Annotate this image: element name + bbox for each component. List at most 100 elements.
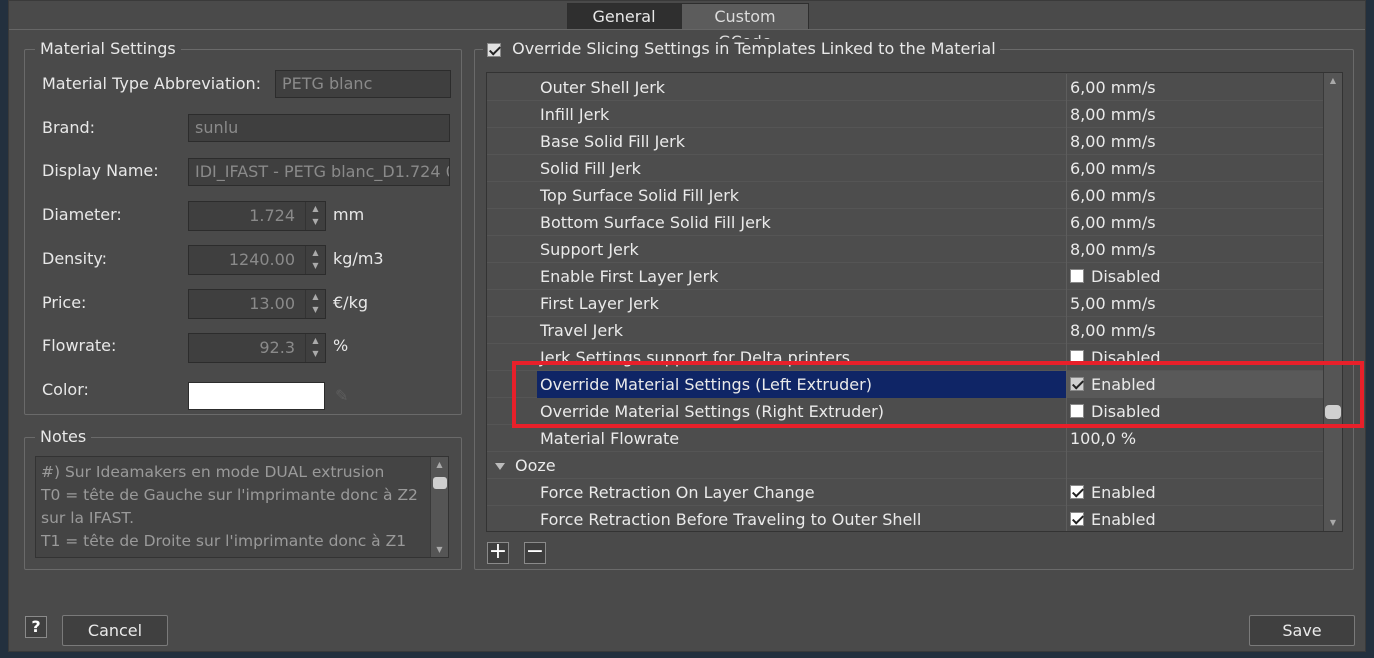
scroll-down-icon[interactable]: ▼	[431, 542, 448, 557]
save-button[interactable]: Save	[1249, 615, 1355, 646]
table-row[interactable]: Top Surface Solid Fill Jerk 6,00 mm/s	[487, 182, 1323, 209]
column-separator	[1066, 101, 1067, 128]
table-row[interactable]: Bottom Surface Solid Fill Jerk 6,00 mm/s	[487, 209, 1323, 236]
scroll-up-icon[interactable]: ▲	[431, 457, 448, 472]
flowrate-value: 92.3	[259, 338, 295, 357]
setting-value[interactable]: 8,00 mm/s	[1070, 101, 1156, 128]
table-row[interactable]: Force Retraction Before Traveling to Out…	[487, 506, 1323, 531]
table-row[interactable]: Enable First Layer Jerk Disabled	[487, 263, 1323, 290]
setting-value[interactable]: 6,00 mm/s	[1070, 182, 1156, 209]
column-separator	[1066, 317, 1067, 344]
diameter-value: 1.724	[249, 206, 295, 225]
setting-value[interactable]: Enabled	[1070, 479, 1156, 506]
spin-arrows-icon[interactable]: ▲ ▼	[305, 246, 325, 274]
column-separator	[1066, 290, 1067, 317]
cancel-button[interactable]: Cancel	[62, 615, 168, 646]
settings-table: ▲ ▼ Outer Shell Jerk 6,00 mm/s Infill Jerk…	[486, 72, 1343, 532]
setting-value-text: 6,00 mm/s	[1070, 78, 1156, 97]
table-row[interactable]: First Layer Jerk 5,00 mm/s	[487, 290, 1323, 317]
column-separator	[1066, 182, 1067, 209]
checkbox-icon[interactable]	[1070, 269, 1084, 283]
remove-button[interactable]: −	[524, 541, 546, 564]
setting-value[interactable]: 8,00 mm/s	[1070, 236, 1156, 263]
column-separator	[1066, 425, 1067, 452]
collapse-triangle-icon[interactable]	[495, 463, 505, 470]
override-header[interactable]: Override Slicing Settings in Templates L…	[483, 39, 1000, 59]
setting-value-text: 6,00 mm/s	[1070, 186, 1156, 205]
setting-name: Base Solid Fill Jerk	[540, 132, 685, 151]
density-value: 1240.00	[228, 250, 295, 269]
price-value: 13.00	[249, 294, 295, 313]
setting-value-text: 8,00 mm/s	[1070, 132, 1156, 151]
setting-value-text: Enabled	[1091, 483, 1156, 502]
setting-name: Force Retraction Before Traveling to Out…	[540, 510, 922, 529]
setting-name: Infill Jerk	[540, 105, 610, 124]
pen-icon[interactable]: ✎	[335, 386, 348, 405]
diameter-spinbox[interactable]: 1.724 ▲ ▼	[188, 201, 326, 231]
price-unit: €/kg	[333, 293, 368, 312]
tab-general[interactable]: General	[567, 3, 681, 30]
table-row[interactable]: Travel Jerk 8,00 mm/s	[487, 317, 1323, 344]
notes-scrollbar[interactable]: ▲ ▼	[430, 457, 448, 557]
material-settings-group: Material Settings Material Type Abbrevia…	[24, 39, 462, 415]
spin-arrows-icon[interactable]: ▲ ▼	[305, 202, 325, 230]
column-separator	[1066, 479, 1067, 506]
price-spinbox[interactable]: 13.00 ▲ ▼	[188, 289, 326, 319]
notes-textarea[interactable]: #) Sur Ideamakers en mode DUAL extrusion…	[35, 456, 449, 558]
material-settings-title: Material Settings	[35, 39, 181, 59]
table-row[interactable]: Base Solid Fill Jerk 8,00 mm/s	[487, 128, 1323, 155]
setting-value[interactable]: 8,00 mm/s	[1070, 128, 1156, 155]
setting-name: Outer Shell Jerk	[540, 78, 666, 97]
table-row[interactable]: Force Retraction On Layer Change Enabled	[487, 479, 1323, 506]
brand-field[interactable]: sunlu	[188, 114, 450, 142]
setting-name: Material Flowrate	[540, 429, 680, 448]
setting-value[interactable]: 8,00 mm/s	[1070, 317, 1156, 344]
abbreviation-field[interactable]: PETG blanc	[275, 70, 451, 98]
color-swatch[interactable]	[188, 382, 325, 410]
checkbox-icon[interactable]	[1070, 485, 1084, 499]
setting-value[interactable]: 5,00 mm/s	[1070, 290, 1156, 317]
setting-value-text: 6,00 mm/s	[1070, 213, 1156, 232]
density-spinbox[interactable]: 1240.00 ▲ ▼	[188, 245, 326, 275]
checkbox-icon[interactable]	[1070, 512, 1084, 526]
table-row[interactable]: Infill Jerk 8,00 mm/s	[487, 101, 1323, 128]
density-label: Density:	[42, 249, 108, 268]
table-row[interactable]: Solid Fill Jerk 6,00 mm/s	[487, 155, 1323, 182]
brand-label: Brand:	[42, 118, 96, 137]
column-separator	[1066, 128, 1067, 155]
setting-value[interactable]: 100,0 %	[1070, 425, 1136, 452]
notes-title: Notes	[35, 427, 92, 447]
tab-custom-gcode[interactable]: Custom GCode	[681, 3, 809, 51]
flowrate-unit: %	[333, 336, 349, 355]
density-unit: kg/m3	[333, 249, 384, 268]
spin-arrows-icon[interactable]: ▲ ▼	[305, 290, 325, 318]
column-separator	[1066, 263, 1067, 290]
table-row[interactable]: Outer Shell Jerk 6,00 mm/s	[487, 74, 1323, 101]
setting-value[interactable]: Disabled	[1070, 263, 1161, 290]
highlight-annotation	[512, 361, 1364, 428]
setting-value[interactable]: 6,00 mm/s	[1070, 74, 1156, 101]
setting-name: Top Surface Solid Fill Jerk	[540, 186, 740, 205]
setting-value[interactable]: 6,00 mm/s	[1070, 209, 1156, 236]
setting-value[interactable]: Enabled	[1070, 506, 1156, 531]
override-checkbox-icon[interactable]	[487, 42, 501, 57]
column-separator	[1066, 209, 1067, 236]
flowrate-spinbox[interactable]: 92.3 ▲ ▼	[188, 333, 326, 363]
tab-bar: General Custom GCode	[567, 3, 809, 51]
spin-arrows-icon[interactable]: ▲ ▼	[305, 334, 325, 362]
setting-name: First Layer Jerk	[540, 294, 659, 313]
abbreviation-label: Material Type Abbreviation:	[42, 74, 262, 93]
table-row[interactable]: Material Flowrate 100,0 %	[487, 425, 1323, 452]
color-label: Color:	[42, 380, 89, 399]
notes-scroll-thumb[interactable]	[433, 477, 447, 489]
help-icon[interactable]: ?	[25, 616, 47, 638]
table-row[interactable]: Support Jerk 8,00 mm/s	[487, 236, 1323, 263]
table-section-row[interactable]: Ooze	[487, 452, 1323, 479]
table-scrollbar[interactable]: ▲ ▼	[1323, 73, 1342, 531]
display-name-field[interactable]: IDI_IFAST - PETG blanc_D1.724 01	[188, 158, 450, 186]
setting-value-text: 6,00 mm/s	[1070, 159, 1156, 178]
add-button[interactable]: +	[487, 541, 509, 564]
scroll-down-icon[interactable]: ▼	[1324, 515, 1342, 531]
scroll-up-icon[interactable]: ▲	[1324, 73, 1342, 89]
setting-value[interactable]: 6,00 mm/s	[1070, 155, 1156, 182]
